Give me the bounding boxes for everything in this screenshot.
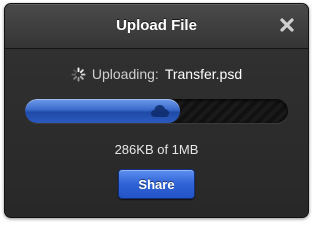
upload-size-text: 286KB of 1MB [114, 142, 199, 157]
status-prefix: Uploading: [91, 66, 159, 82]
upload-progress-fill [25, 99, 180, 123]
close-icon[interactable] [278, 16, 296, 34]
upload-progress-bar [25, 99, 288, 123]
cloud-icon [150, 104, 170, 118]
dialog-body: Uploading: Transfer.psd 286KB of 1MB Sha… [5, 49, 308, 217]
spinner-icon [71, 66, 86, 82]
dialog-titlebar: Upload File [5, 4, 308, 49]
upload-dialog: Upload File Uploading: Transfer.psd 286K… [4, 3, 309, 218]
share-button[interactable]: Share [118, 169, 195, 199]
dialog-title: Upload File [116, 17, 197, 34]
upload-filename: Transfer.psd [164, 66, 243, 82]
upload-status: Uploading: Transfer.psd [5, 66, 308, 82]
